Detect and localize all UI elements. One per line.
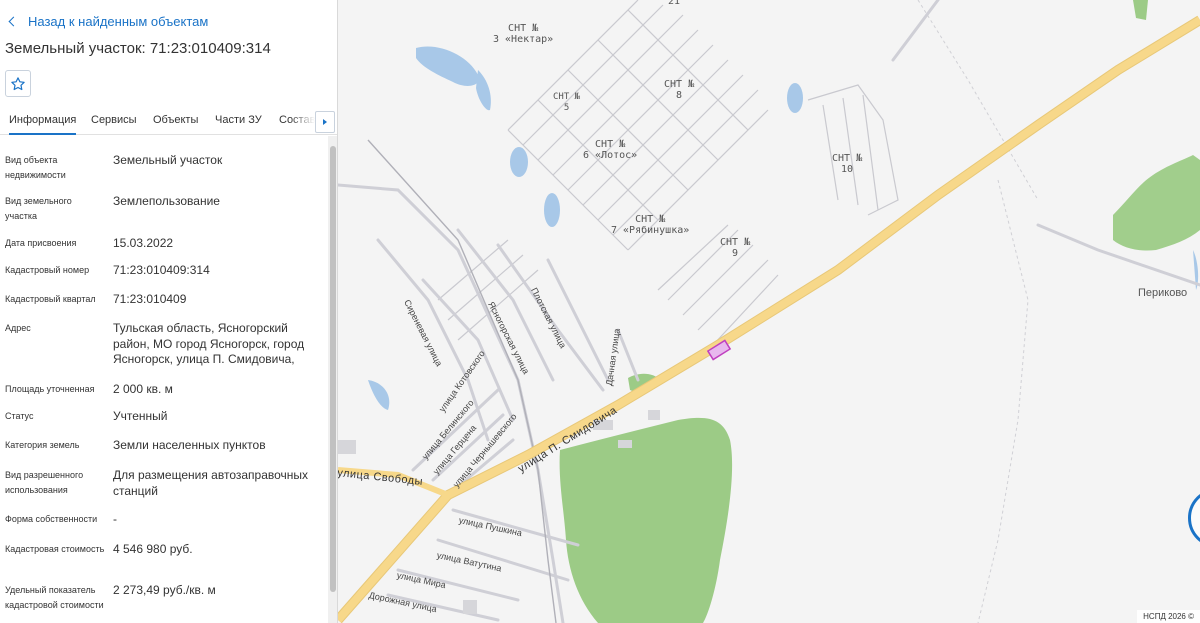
field-label: Вид объекта недвижимости — [5, 155, 66, 180]
caret-right-icon — [323, 119, 327, 125]
back-link-label: Назад к найденным объектам — [28, 13, 209, 29]
snt-label-8: СНТ № 8 — [664, 79, 695, 101]
field-value: 15.03.2022 — [113, 236, 174, 250]
tabs-scroll-right-button[interactable] — [315, 111, 335, 133]
field-value: Земельный участок — [113, 153, 223, 167]
field-label: Удельный показатель кадастровой стоимост… — [5, 585, 104, 610]
chevron-left-icon — [8, 16, 19, 26]
field-label: Кадастровый номер — [5, 265, 90, 275]
field-label: Статус — [5, 411, 34, 421]
info-panel: Назад к найденным объектам Земельный уча… — [0, 0, 338, 623]
highway — [338, 16, 1200, 623]
field-value: 4 546 980 руб. — [113, 542, 193, 556]
field-label: Категория земель — [5, 440, 80, 450]
field-value: Учтенный — [113, 409, 168, 423]
map-copyright: НСПД 2026 © — [1137, 610, 1200, 623]
back-link[interactable]: Назад к найденным объектам — [8, 13, 208, 29]
snt-label-9: СНТ № 9 — [720, 237, 751, 259]
tab-objects[interactable]: Объекты — [153, 114, 198, 126]
field-value: 2 000 кв. м — [113, 382, 173, 396]
snt-label-10: СНТ № 10 — [832, 153, 863, 175]
snt-label-6: СНТ № 6 «Лотос» — [583, 139, 638, 161]
house-number-label: 21 — [668, 0, 681, 7]
field-label: Дата присвоения — [5, 238, 77, 248]
forest-areas — [559, 0, 1200, 623]
field-value: 71:23:010409:314 — [113, 263, 210, 277]
highway-outline — [338, 15, 1200, 623]
field-label: Кадастровый квартал — [5, 294, 96, 304]
snt-label-3: СНТ № 3 «Нектар» — [493, 23, 554, 45]
tab-services[interactable]: Сервисы — [91, 114, 137, 126]
field-value: 2 273,49 руб./кв. м — [113, 583, 216, 597]
footpaths — [917, 0, 1039, 623]
field-label: Кадастровая стоимость — [5, 544, 105, 554]
map-canvas — [338, 0, 1200, 623]
snt-label-5: СНТ № 5 — [553, 92, 581, 113]
field-value: Для размещения автозаправочных станций — [113, 468, 309, 498]
field-value: 71:23:010409 — [113, 292, 187, 306]
favorite-button[interactable] — [5, 70, 31, 97]
map-view[interactable]: СНТ № 3 «Нектар» СНТ № 5 СНТ № 8 СНТ № 6 «Ло… — [338, 0, 1200, 623]
field-value: Земли населенных пунктов — [113, 438, 266, 452]
field-label: Адрес — [5, 323, 31, 333]
field-label: Вид земельного участка — [5, 196, 72, 221]
tab-parcel-parts[interactable]: Части ЗУ — [215, 114, 262, 126]
field-value: - — [113, 512, 117, 526]
field-value: Землепользование — [113, 194, 220, 208]
snt-label-7: СНТ № 7 «Рябинушка» — [611, 214, 690, 236]
tabs-fade — [290, 109, 315, 134]
field-label: Площадь уточненная — [5, 384, 95, 394]
field-label: Вид разрешенного использования — [5, 470, 84, 495]
tab-information[interactable]: Информация — [9, 114, 77, 135]
scrollbar-thumb[interactable] — [330, 146, 336, 592]
place-label-perikovo: Периково — [1138, 287, 1188, 299]
page-title: Земельный участок: 71:23:010409:314 — [5, 40, 271, 57]
star-icon — [11, 76, 25, 90]
tab-bar: Информация Сервисы Объекты Части ЗУ Сост… — [0, 109, 337, 135]
field-value: Тульская область, Ясногорский район, МО … — [113, 321, 305, 366]
field-label: Форма собственности — [5, 514, 98, 524]
